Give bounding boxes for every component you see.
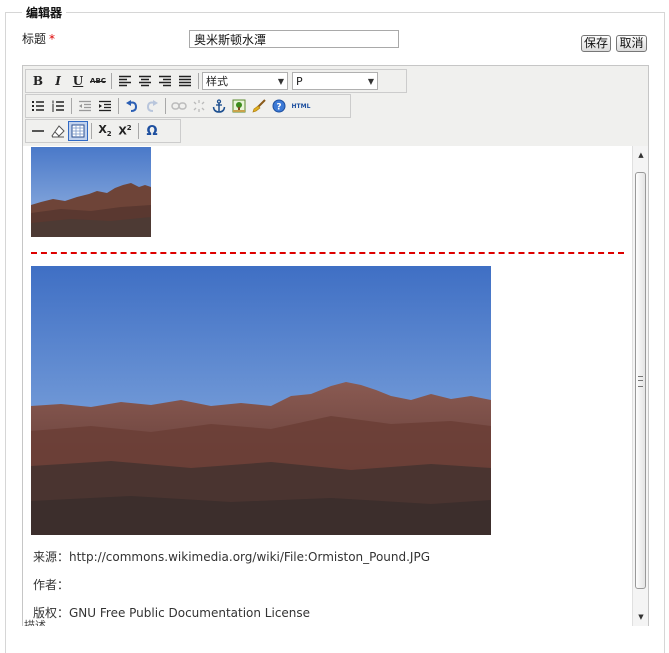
image-icon <box>232 99 246 113</box>
special-character-button[interactable]: Ω <box>142 121 162 141</box>
remove-format-button[interactable] <box>48 121 68 141</box>
undo-icon <box>126 100 138 112</box>
author-paragraph: 作者： <box>33 578 70 592</box>
insert-image-button[interactable] <box>229 96 249 116</box>
scrollbar-thumb[interactable] <box>635 172 646 589</box>
strikethrough-icon: ABC <box>90 77 106 85</box>
toolbar-row-3: X2 X2 Ω <box>25 119 181 143</box>
source-paragraph: 来源：http://commons.wikimedia.org/wiki/Fil… <box>33 550 431 564</box>
rich-text-editor: B I U ABC 样式 ▼ P ▼ ? HTML X2 X2 Ω 来源：htt… <box>22 65 649 626</box>
align-right-button[interactable] <box>155 71 175 91</box>
superscript-button[interactable]: X2 <box>115 121 135 141</box>
subscript-icon: X2 <box>98 123 112 139</box>
align-left-button[interactable] <box>115 71 135 91</box>
numbered-list-icon <box>52 100 64 112</box>
table-grid-icon <box>71 124 85 138</box>
chevron-down-icon: ▼ <box>277 76 284 86</box>
horizontal-rule <box>31 252 624 257</box>
anchor-button[interactable] <box>209 96 229 116</box>
editor-scrollbar[interactable]: ▲ ▼ <box>632 146 648 626</box>
format-select-value: P <box>296 74 303 88</box>
help-icon: ? <box>272 99 286 113</box>
subscript-button[interactable]: X2 <box>95 121 115 141</box>
cancel-button[interactable]: 取消 <box>616 35 647 52</box>
align-right-icon <box>159 75 171 87</box>
required-mark: * <box>49 32 56 46</box>
bullet-list-icon <box>32 101 44 111</box>
numbered-list-button[interactable] <box>48 96 68 116</box>
next-field-label: 描述 <box>24 619 46 626</box>
italic-icon: I <box>55 74 61 88</box>
toolbar-separator <box>71 98 72 114</box>
chevron-down-icon: ▼ <box>367 76 374 86</box>
scroll-down-arrow-icon[interactable]: ▼ <box>633 610 649 624</box>
eraser-icon <box>51 125 65 138</box>
toolbar-row-1: B I U ABC 样式 ▼ P ▼ <box>25 69 407 93</box>
underline-icon: U <box>72 74 84 88</box>
thumbnail-image <box>31 147 151 237</box>
fieldset-legend: 编辑器 <box>22 4 67 21</box>
bold-icon: B <box>32 74 44 88</box>
toolbar-separator <box>138 123 139 139</box>
unlink-icon <box>193 100 205 112</box>
indent-button[interactable] <box>95 96 115 116</box>
toolbar-separator <box>165 98 166 114</box>
redo-icon <box>146 100 158 112</box>
help-button[interactable]: ? <box>269 96 289 116</box>
style-select-value: 样式 <box>206 75 228 88</box>
strikethrough-button[interactable]: ABC <box>88 71 108 91</box>
style-select[interactable]: 样式 ▼ <box>202 72 288 90</box>
landscape-image <box>31 266 491 535</box>
align-justify-icon <box>179 75 191 87</box>
toolbar-separator <box>91 123 92 139</box>
link-button[interactable] <box>169 96 189 116</box>
superscript-icon: X2 <box>118 124 132 138</box>
unlink-button[interactable] <box>189 96 209 116</box>
bullet-list-button[interactable] <box>28 96 48 116</box>
italic-button[interactable]: I <box>48 71 68 91</box>
license-paragraph: 版权：GNU Free Public Documentation License <box>33 606 311 620</box>
svg-text:?: ? <box>276 103 281 113</box>
broom-icon <box>252 99 266 113</box>
horizontal-rule-button[interactable] <box>28 121 48 141</box>
outdent-button[interactable] <box>75 96 95 116</box>
horizontal-rule-icon <box>32 130 44 132</box>
grip-icon <box>638 376 643 387</box>
align-left-icon <box>119 75 131 87</box>
underline-button[interactable]: U <box>68 71 88 91</box>
visual-aid-button[interactable] <box>68 121 88 141</box>
toolbar-separator <box>111 73 112 89</box>
redo-button[interactable] <box>142 96 162 116</box>
scroll-up-arrow-icon[interactable]: ▲ <box>633 148 649 162</box>
cleanup-button[interactable] <box>249 96 269 116</box>
save-button[interactable]: 保存 <box>581 35 611 52</box>
html-icon: HTML <box>291 102 311 110</box>
title-input[interactable] <box>189 30 399 48</box>
title-label-text: 标题 <box>22 32 47 46</box>
format-select[interactable]: P ▼ <box>292 72 378 90</box>
undo-button[interactable] <box>122 96 142 116</box>
toolbar-row-2: ? HTML <box>25 94 351 118</box>
html-source-button[interactable]: HTML <box>289 96 313 116</box>
align-justify-button[interactable] <box>175 71 195 91</box>
toolbar-separator <box>118 98 119 114</box>
toolbar-separator <box>198 73 199 89</box>
editor-content-area[interactable]: 来源：http://commons.wikimedia.org/wiki/Fil… <box>23 146 632 626</box>
align-center-icon <box>139 75 151 87</box>
indent-icon <box>99 100 111 112</box>
title-label: 标题 * <box>22 30 55 47</box>
bold-button[interactable]: B <box>28 71 48 91</box>
align-center-button[interactable] <box>135 71 155 91</box>
omega-icon: Ω <box>146 123 158 139</box>
link-icon <box>171 102 187 110</box>
outdent-icon <box>79 100 91 112</box>
anchor-icon <box>212 99 226 113</box>
